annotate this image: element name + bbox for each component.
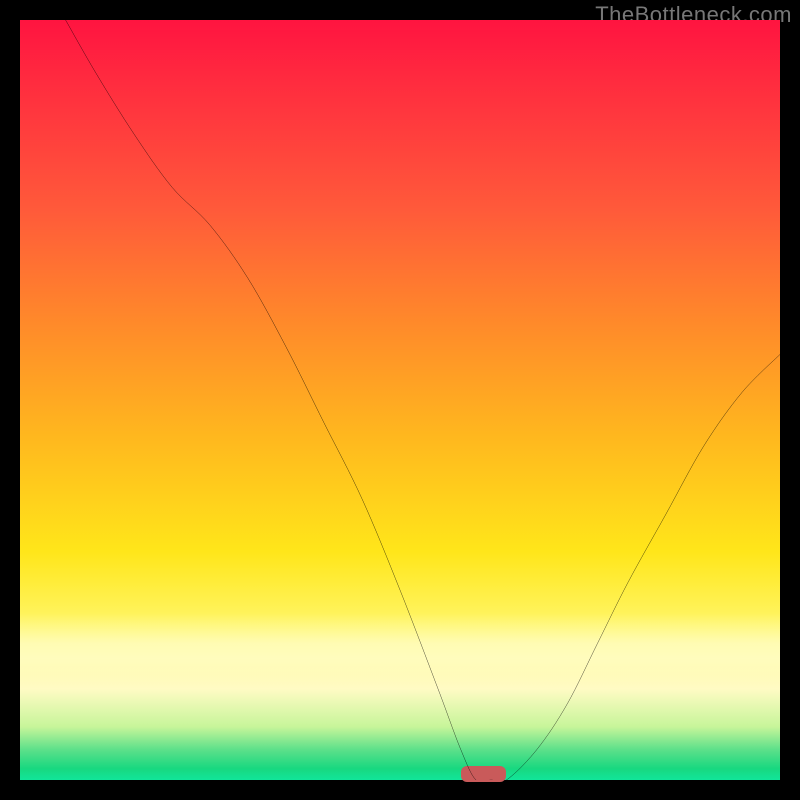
chart-frame: TheBottleneck.com — [0, 0, 800, 800]
optimal-marker — [461, 766, 507, 783]
plot-area — [20, 20, 780, 780]
highlight-band — [20, 613, 780, 689]
bottleneck-curve — [20, 20, 780, 780]
